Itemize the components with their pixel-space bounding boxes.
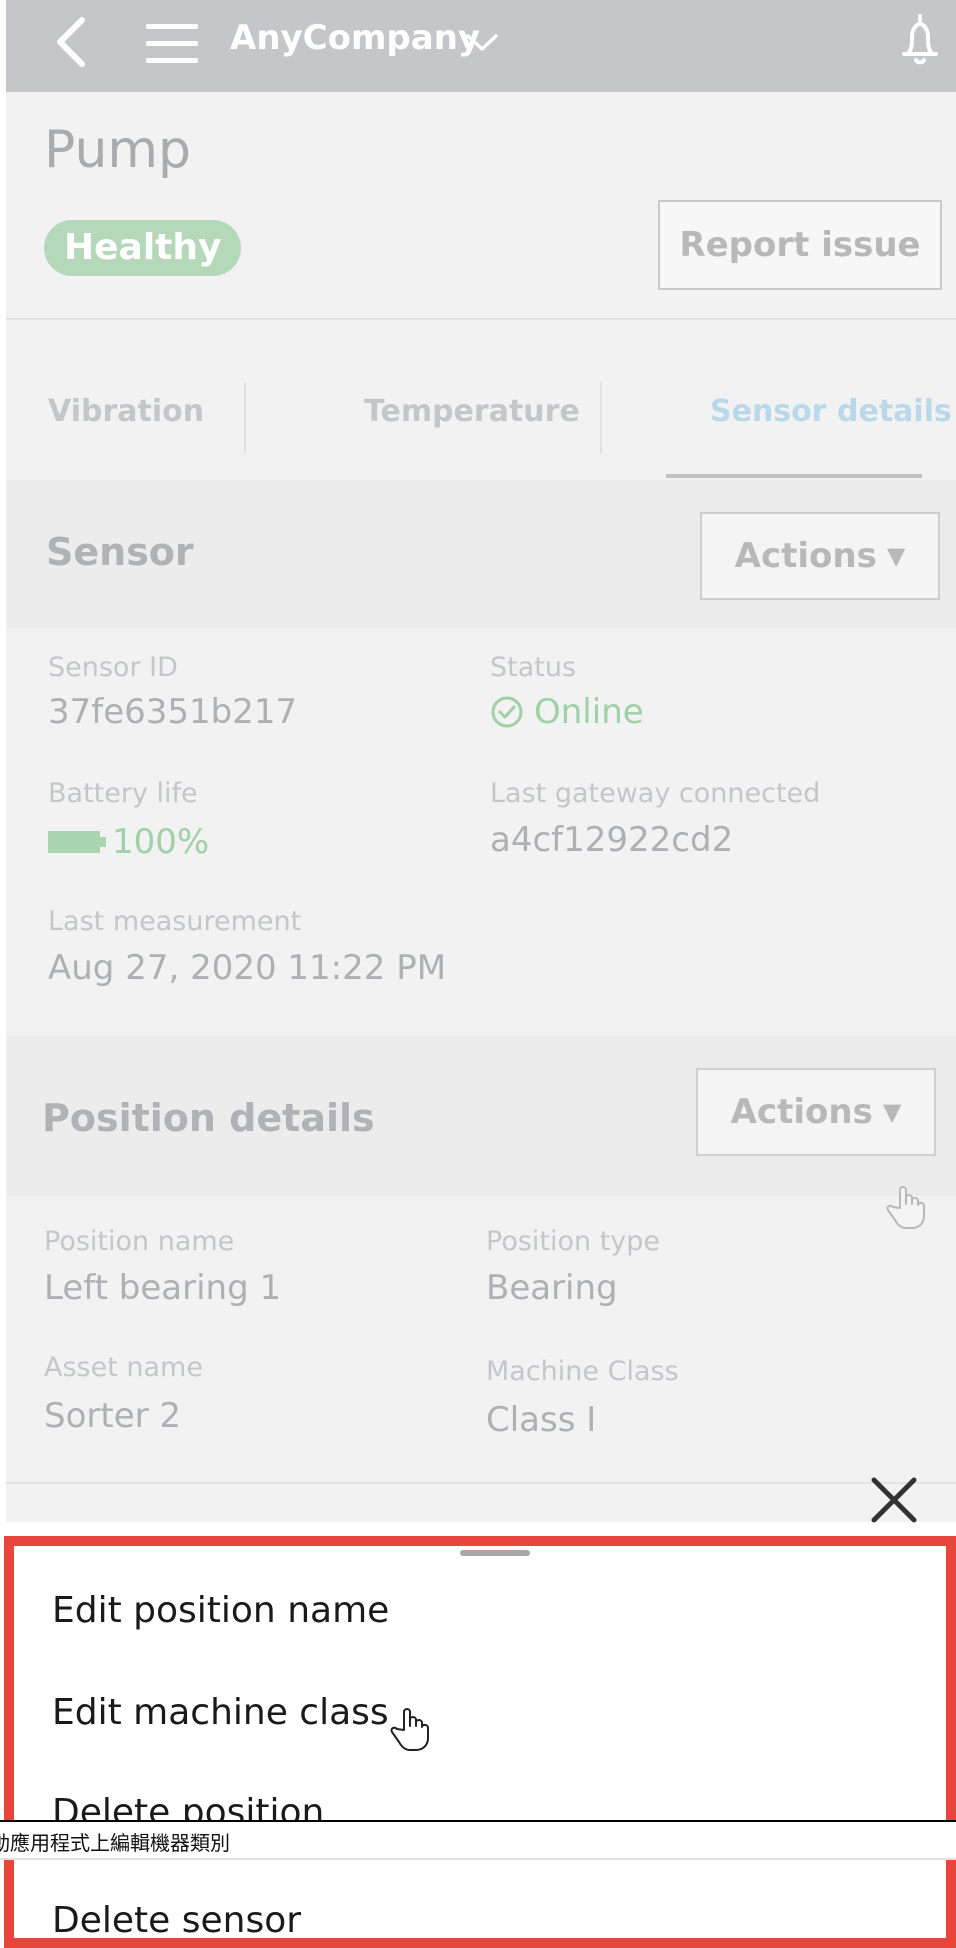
tab-sensor-details[interactable]: Sensor details [710, 394, 952, 429]
check-circle-icon [491, 696, 523, 728]
position-name-value: Left bearing 1 [44, 1268, 282, 1308]
asset-detail-screen: Pump Healthy Report issue Vibration Temp… [6, 92, 956, 1522]
back-chevron-icon[interactable] [52, 14, 92, 70]
tab-temperature[interactable]: Temperature [364, 394, 580, 429]
gateway-value: a4cf12922cd2 [490, 820, 734, 860]
company-selector[interactable]: AnyCompany [230, 18, 480, 58]
sensor-section-title: Sensor [46, 530, 194, 574]
sheet-drag-handle[interactable] [460, 1550, 530, 1556]
battery-life-label: Battery life [48, 778, 198, 809]
chevron-down-icon[interactable] [464, 30, 500, 54]
caption-bar: 動應用程式上編輯機器類別 [0, 1820, 956, 1860]
position-type-label: Position type [486, 1226, 661, 1257]
position-actions-button[interactable]: Actions ▼ [696, 1068, 936, 1156]
status-label: Status [490, 652, 577, 683]
bell-notification-icon[interactable] [890, 10, 950, 70]
close-icon[interactable] [866, 1472, 922, 1528]
position-type-value: Bearing [486, 1268, 618, 1308]
position-actions-label: Actions [730, 1092, 873, 1132]
sensor-actions-label: Actions [734, 536, 877, 576]
battery-life-value: 100% [48, 822, 209, 862]
sensor-id-value: 37fe6351b217 [48, 692, 298, 732]
caret-down-icon: ▼ [882, 1098, 902, 1126]
last-measurement-label: Last measurement [48, 906, 302, 937]
actions-bottom-sheet: Edit position name Edit machine class De… [4, 1536, 956, 1948]
status-text: Online [534, 692, 644, 732]
position-section-title: Position details [42, 1096, 375, 1140]
caret-down-icon: ▼ [886, 542, 906, 570]
battery-percent: 100% [112, 822, 210, 862]
asset-name-value: Sorter 2 [44, 1396, 182, 1436]
tab-vibration[interactable]: Vibration [48, 394, 204, 429]
section-divider [6, 1482, 956, 1484]
caption-text: 動應用程式上編輯機器類別 [0, 1831, 230, 1855]
machine-class-label: Machine Class [486, 1356, 679, 1387]
gateway-label: Last gateway connected [490, 778, 821, 809]
hamburger-menu-icon[interactable] [144, 20, 200, 68]
machine-class-value: Class I [486, 1400, 597, 1440]
health-status-badge: Healthy [44, 220, 242, 276]
sensor-section-header: Sensor Actions ▼ [6, 480, 956, 628]
asset-title: Pump [44, 120, 192, 180]
sensor-actions-button[interactable]: Actions ▼ [700, 512, 940, 600]
menu-item-delete-sensor[interactable]: Delete sensor [52, 1900, 301, 1938]
header-divider [6, 318, 956, 320]
tab-separator [600, 382, 602, 454]
sensor-id-label: Sensor ID [48, 652, 178, 683]
tab-separator [244, 382, 246, 454]
top-app-bar: AnyCompany [6, 0, 956, 92]
last-measurement-value: Aug 27, 2020 11:22 PM [48, 948, 447, 988]
menu-item-edit-position-name[interactable]: Edit position name [52, 1590, 389, 1631]
position-name-label: Position name [44, 1226, 235, 1257]
pointer-hand-icon [886, 1186, 925, 1229]
status-value: Online [490, 692, 644, 732]
asset-name-label: Asset name [44, 1352, 203, 1383]
menu-item-edit-machine-class[interactable]: Edit machine class [52, 1692, 389, 1733]
active-tab-indicator [666, 474, 922, 478]
battery-icon [48, 831, 106, 853]
position-section-header: Position details Actions ▼ [6, 1036, 956, 1196]
report-issue-button[interactable]: Report issue [658, 200, 942, 290]
pointer-hand-icon [390, 1708, 429, 1751]
